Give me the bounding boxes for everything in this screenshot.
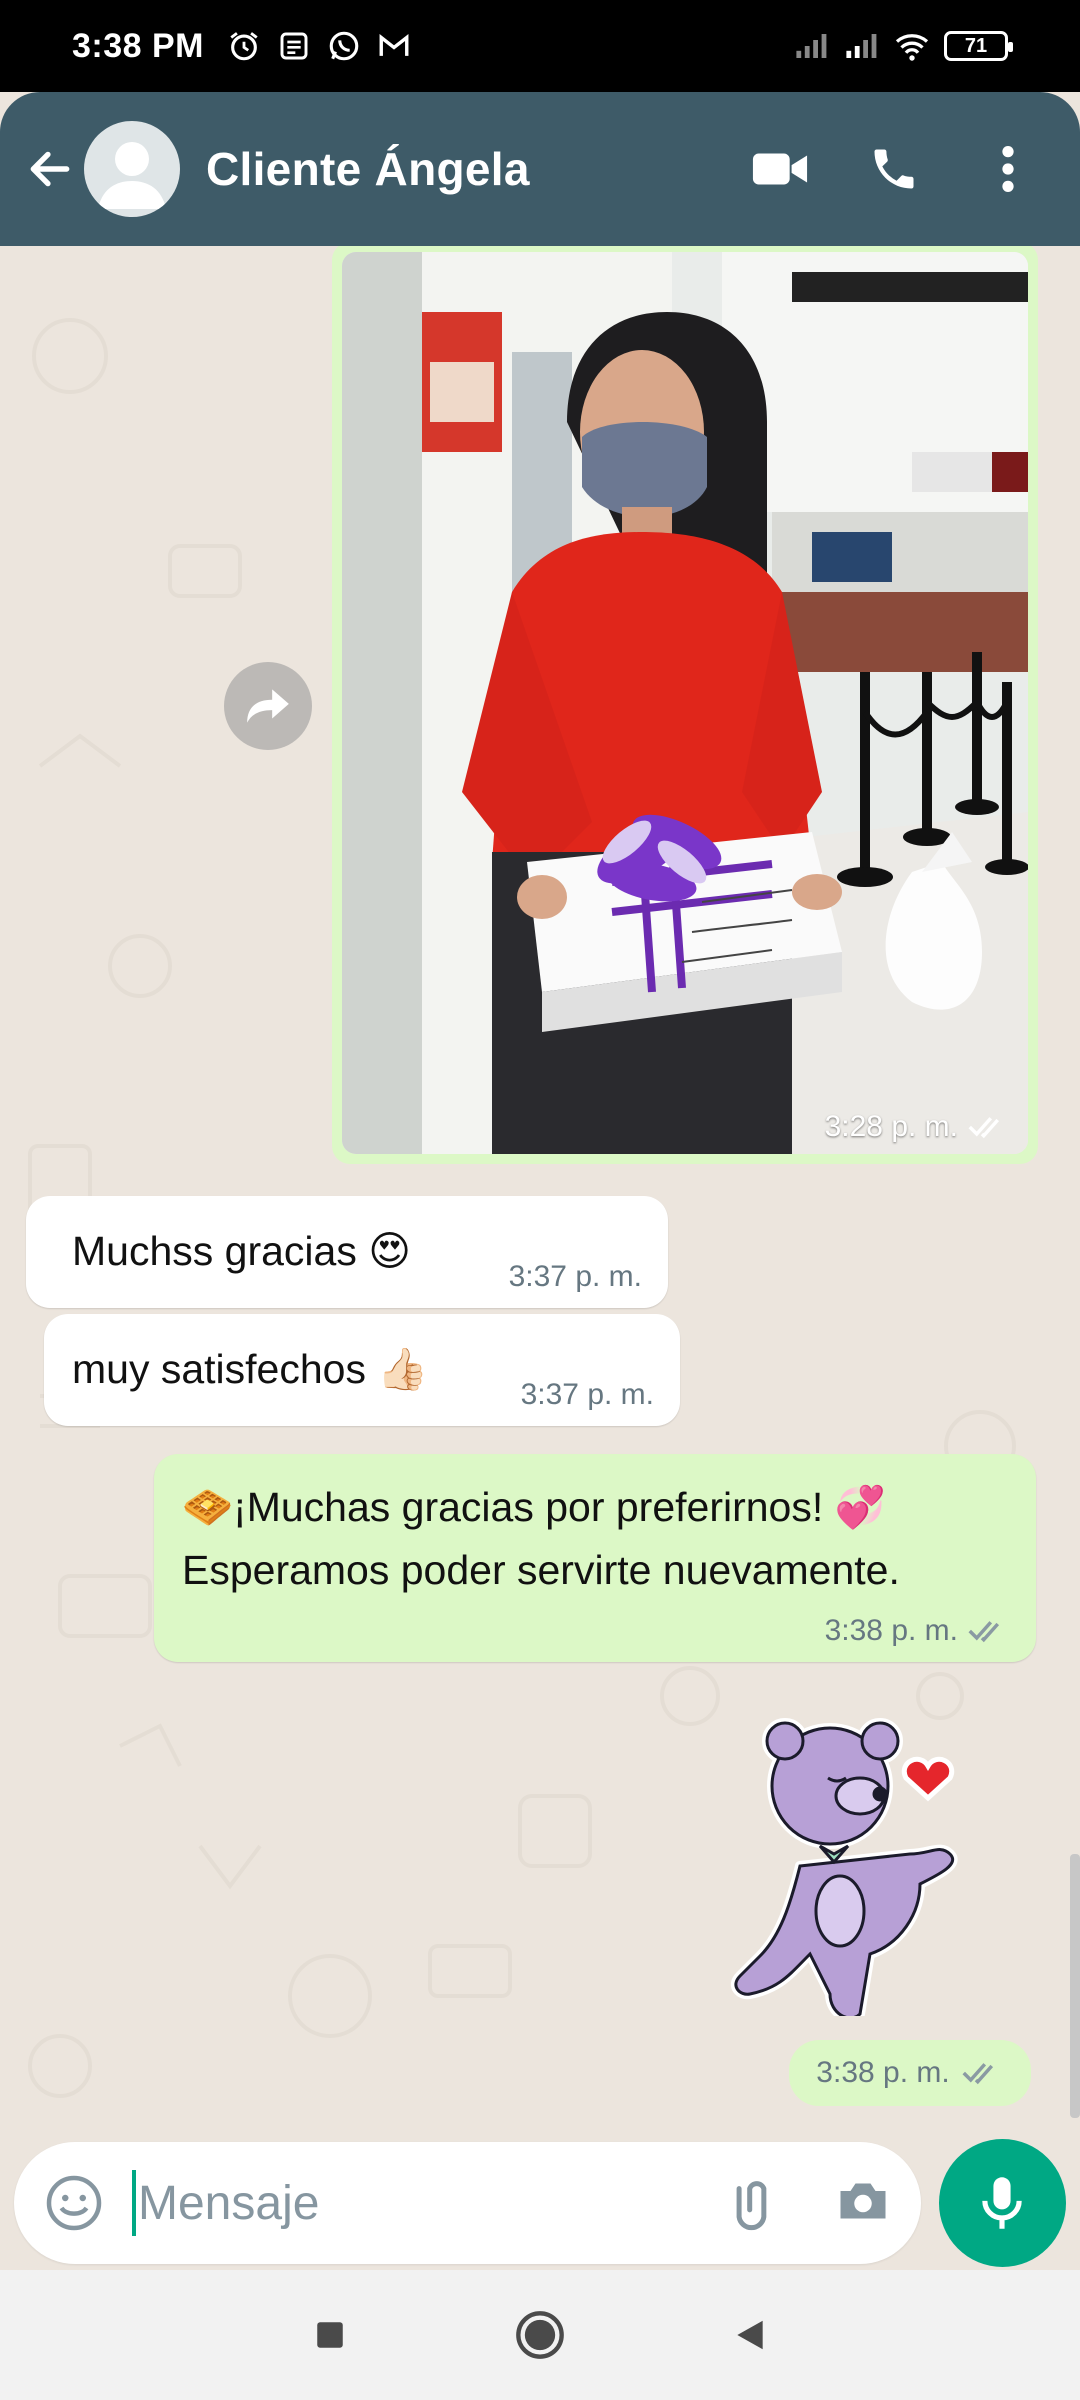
mic-icon [982,2177,1023,2229]
recents-icon [317,2322,343,2348]
status-notification-icons [226,28,412,64]
message-text-line2: Esperamos poder servirte nuevamente. [182,1547,900,1593]
notification-icon [276,28,312,64]
message-time-text: 3:38 p. m. [816,2056,950,2089]
input-actions [725,2171,893,2236]
camera-icon [840,2183,886,2218]
bear-sticker-illustration [730,1718,958,2023]
signal-icon [844,28,880,64]
header-actions [750,139,1060,199]
scrollbar[interactable] [1070,1854,1080,2118]
message-input-pill [14,2142,921,2264]
back-icon [737,2320,763,2350]
status-system-icons: 71 [794,28,1013,64]
status-bar: 3:38 PM 71 [0,0,1080,92]
image-message[interactable]: 3:28 p. m. [332,246,1038,1164]
image-message-time: 3:28 p. m. [824,1110,958,1143]
gmail-icon [376,28,412,64]
text-caret [132,2170,136,2236]
forward-icon [247,689,289,723]
signal-icon [794,28,830,64]
system-nav-bar [0,2270,1080,2400]
read-ticks-icon [968,1621,1000,1643]
message-time: 3:37 p. m. [509,1260,642,1294]
incoming-message[interactable]: muy satisfechos 👍🏻 3:37 p. m. [44,1314,680,1426]
message-time-text: 3:38 p. m. [824,1614,958,1647]
chat-header: Cliente Ángela [0,92,1080,246]
message-text-line1: 🧇¡Muchas gracias por preferirnos! 💞 [182,1484,886,1530]
back-arrow-icon [30,151,70,187]
read-ticks-icon [962,2063,993,2085]
nav-back-button[interactable] [720,2305,780,2365]
photo-timestamp: 3:28 p. m. [825,1110,1010,1144]
message-text: Muchss gracias 😍 [72,1228,411,1274]
status-time: 3:38 PM [72,26,204,65]
attach-button[interactable] [725,2171,785,2236]
message-input[interactable] [138,2175,678,2231]
more-vert-icon [1002,146,1014,192]
home-button[interactable] [510,2305,570,2365]
avatar[interactable] [84,121,180,217]
photo-illustration [342,252,1028,1154]
message-text: muy satisfechos 👍🏻 [72,1346,429,1392]
phone-call-icon [874,149,914,189]
emoji-icon [46,2175,102,2231]
battery-icon: 71 [944,31,1013,61]
voice-message-button[interactable] [938,2139,1066,2267]
emoji-button[interactable] [42,2171,106,2235]
message-time: 3:37 p. m. [521,1378,654,1412]
attach-icon [736,2180,767,2230]
whatsapp-icon [326,28,362,64]
message-time-text: 3:37 p. m. [508,1260,642,1293]
read-ticks-icon [968,1117,1000,1139]
outgoing-message[interactable]: 🧇¡Muchas gracias por preferirnos! 💞 Espe… [154,1454,1036,1662]
video-call-icon [752,153,808,185]
voice-call-button[interactable] [864,139,924,199]
incoming-message[interactable]: Muchss gracias 😍 3:37 p. m. [26,1196,668,1308]
back-button[interactable] [20,139,80,199]
camera-button[interactable] [833,2171,893,2236]
more-options-button[interactable] [978,139,1038,199]
alarm-icon [226,28,262,64]
wifi-icon [894,28,930,64]
message-time: 3:38 p. m. [825,1614,1010,1648]
forward-button[interactable] [224,662,312,750]
message-time-text: 3:37 p. m. [520,1378,654,1411]
bear-sticker[interactable] [720,1716,980,2023]
video-call-button[interactable] [750,139,810,199]
composer [0,2136,1080,2270]
chat-area[interactable]: 3:28 p. m. Muchss gracias 😍 3:37 p. m. m… [0,246,1080,2136]
sticker-timestamp: 3:38 p. m. [789,2040,1031,2106]
battery-level: 71 [964,34,988,57]
shared-photo[interactable]: 3:28 p. m. [342,252,1028,1154]
recents-button[interactable] [300,2305,360,2365]
contact-name[interactable]: Cliente Ángela [206,142,530,196]
home-icon [516,2311,564,2359]
